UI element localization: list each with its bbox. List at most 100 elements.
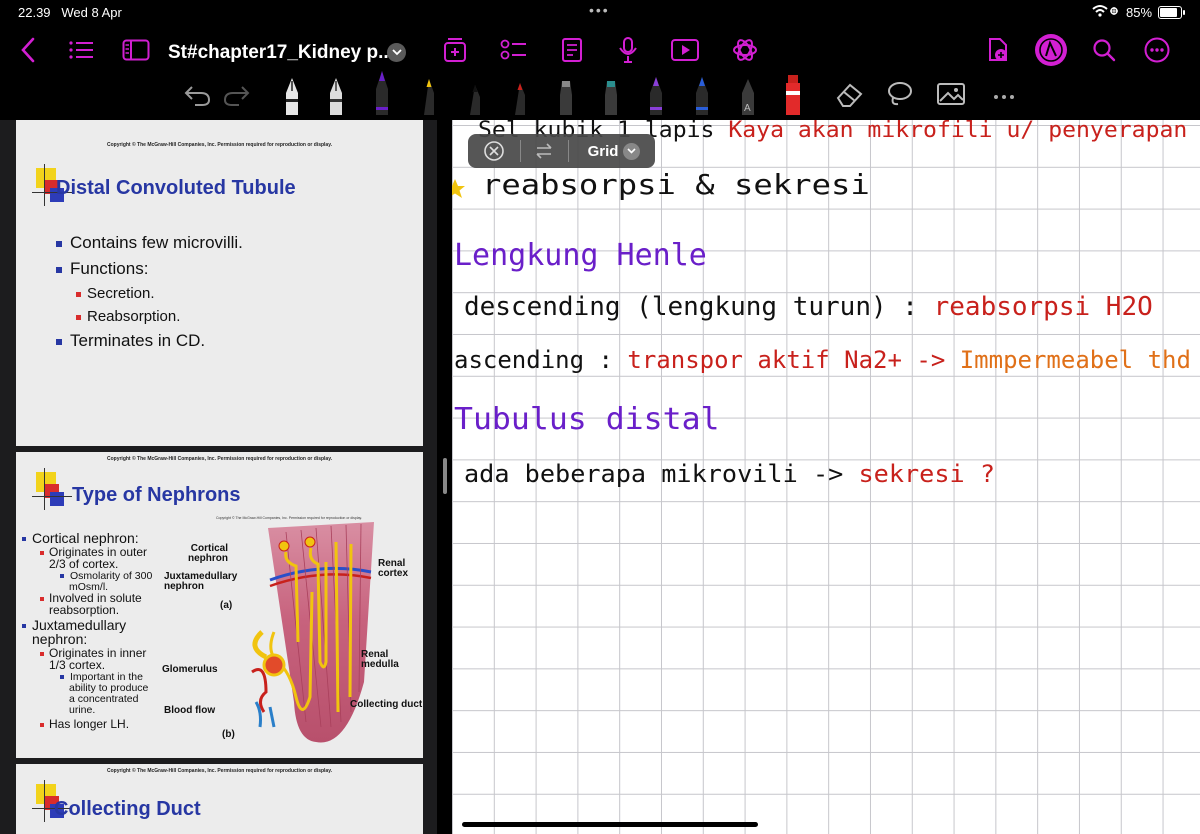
laser-pointer-tool-icon[interactable] <box>784 75 802 120</box>
multitasking-dots[interactable]: ••• <box>589 2 610 18</box>
text-tool-icon[interactable]: A <box>740 79 756 120</box>
fountain-pen-tool-icon[interactable] <box>282 77 302 120</box>
handwritten-segment: Immpermeabel thd <box>959 346 1191 374</box>
grid-popup: Grid <box>468 134 655 168</box>
slide-distal-convoluted-tubule: Copyright © The McGraw-Hill Companies, I… <box>16 120 423 446</box>
handwritten-line: Tubulus distal <box>454 402 720 437</box>
bullet-item: Terminates in CD. <box>56 331 205 351</box>
more-options-icon[interactable] <box>1144 34 1170 66</box>
label-cortical-nephron: Cortical nephron <box>188 543 228 564</box>
purple-pen-tool-icon[interactable] <box>374 71 390 120</box>
grid-dropdown[interactable]: Grid <box>580 134 648 168</box>
handwritten-line: Lengkung Henle <box>454 238 707 273</box>
sidebar-toggle-icon[interactable] <box>122 34 150 66</box>
label-renal-cortex: Renal cortex <box>378 558 409 579</box>
checklist-icon[interactable] <box>500 34 528 66</box>
gray-marker-tool-icon[interactable] <box>558 81 574 120</box>
nephron-bullet-item: 1/3 cortex. <box>49 658 106 672</box>
handwritten-segment: ascending : <box>454 346 628 374</box>
label-glomerulus: Glomerulus <box>162 664 218 675</box>
nephron-diagram <box>251 522 374 743</box>
handwritten-segment: sekresi ? <box>858 460 996 488</box>
handwritten-segment: Kaya akan mikrofili u/ penyerapan <box>728 120 1188 143</box>
star-icon <box>452 178 466 205</box>
black-pen-tool-icon[interactable] <box>468 85 482 120</box>
export-document-icon[interactable] <box>985 34 1011 66</box>
handwritten-segment: reabsorpsi H2O <box>933 292 1153 322</box>
nephron-bullet-item: Has longer LH. <box>40 718 129 730</box>
document-title[interactable]: St#chapter17_Kidney p... <box>168 42 394 64</box>
slide-title: Collecting Duct <box>54 798 201 820</box>
status-time: 22.39 Wed 8 Apr <box>18 5 122 20</box>
ai-assistant-icon[interactable] <box>731 34 759 66</box>
handwritten-segment: reabsorpsi & sekresi <box>482 168 870 201</box>
slide-title: Type of Nephrons <box>72 484 241 506</box>
figure-copyright: Copyright © The McGraw-Hill Companies, I… <box>216 516 363 520</box>
back-chevron-icon[interactable] <box>18 34 38 66</box>
yellow-pen-tool-icon[interactable] <box>422 79 436 120</box>
microphone-icon[interactable] <box>617 34 639 66</box>
slide-copyright: Copyright © The McGraw-Hill Companies, I… <box>106 768 332 774</box>
handwritten-segment: ada beberapa mikrovili -> <box>464 460 859 488</box>
sub-bullet-item: Reabsorption. <box>76 307 180 327</box>
split-resize-handle[interactable] <box>443 458 447 494</box>
undo-icon[interactable] <box>184 83 212 112</box>
nephron-bullet-item: 2/3 of cortex. <box>49 557 119 571</box>
nephron-bullet-item: nephron: <box>32 631 88 647</box>
close-grid-icon[interactable] <box>478 134 510 168</box>
more-tools-icon[interactable] <box>992 88 1016 106</box>
blue-pen-tool-icon[interactable] <box>694 77 710 120</box>
title-menu-chevron-icon[interactable] <box>387 43 406 62</box>
battery-icon <box>1158 6 1185 19</box>
search-icon[interactable] <box>1092 34 1116 66</box>
status-bar: 22.39 Wed 8 Apr ••• 85% <box>0 0 1200 26</box>
slide-title: Distal Convoluted Tubule <box>56 177 296 199</box>
handwritten-line: reabsorpsi & sekresi <box>482 168 870 201</box>
home-indicator[interactable] <box>462 822 758 827</box>
top-toolbar: St#chapter17_Kidney p... <box>0 26 1200 76</box>
grid-label: Grid <box>587 142 619 160</box>
teal-marker-tool-icon[interactable] <box>603 81 619 120</box>
lasso-icon[interactable] <box>885 81 913 112</box>
chevron-down-icon <box>623 142 641 160</box>
wifi-icon <box>1092 4 1120 21</box>
handwritten-segment: descending (lengkung turun) : <box>464 292 934 322</box>
fountain-pen-dark-tool-icon[interactable] <box>326 77 346 120</box>
nephron-bullet-item: urine. <box>69 704 96 716</box>
image-insert-icon[interactable] <box>936 82 966 111</box>
drawing-toolbar: A <box>0 71 1200 120</box>
nephron-bullet-item: Juxtamedullary <box>22 618 126 632</box>
label-renal-medulla: Renal medulla <box>361 649 399 670</box>
violet-pen-tool-icon[interactable] <box>648 77 664 120</box>
handwritten-segment: Lengkung Henle <box>454 238 707 273</box>
handwritten-line: ada beberapa mikrovili -> sekresi ? <box>464 460 995 488</box>
note-canvas[interactable]: Sel kubik 1 lapis Kaya akan mikrofili u/… <box>452 120 1200 834</box>
handwritten-segment: Tubulus distal <box>454 402 720 437</box>
label-b: (b) <box>222 729 235 740</box>
slide-type-of-nephrons: Copyright © The McGraw-Hill Companies, I… <box>16 452 423 758</box>
slide-copyright: Copyright © The McGraw-Hill Companies, I… <box>106 142 332 148</box>
slide-viewer[interactable]: Copyright © The McGraw-Hill Companies, I… <box>0 120 437 834</box>
pencil-mode-icon[interactable] <box>1034 34 1068 66</box>
label-a: (a) <box>220 600 233 611</box>
add-page-icon[interactable] <box>441 34 469 66</box>
handwritten-line: ascending : transpor aktif Na2+ -> Immpe… <box>454 346 1191 374</box>
svg-text:A: A <box>744 103 751 114</box>
bullet-item: Contains few microvilli. <box>56 233 243 253</box>
eraser-icon[interactable] <box>834 81 864 112</box>
nephron-bullet-item: reabsorption. <box>49 603 120 617</box>
media-play-icon[interactable] <box>670 34 700 66</box>
red-pen-tool-icon[interactable] <box>513 83 527 120</box>
label-juxtamedullary-nephron: Juxtamedullary nephron <box>164 571 238 592</box>
nephron-bullet-item: Cortical nephron: <box>22 531 139 545</box>
label-blood-flow: Blood flow <box>164 705 216 716</box>
redo-icon[interactable] <box>222 83 250 112</box>
swap-grid-icon[interactable] <box>528 134 560 168</box>
battery-percent: 85% <box>1126 5 1153 20</box>
slide-collecting-duct: Copyright © The McGraw-Hill Companies, I… <box>16 764 423 834</box>
handwritten-line: descending (lengkung turun) : reabsorpsi… <box>464 292 1153 322</box>
bullet-item: Functions: <box>56 259 148 279</box>
slide-copyright: Copyright © The McGraw-Hill Companies, I… <box>106 456 332 462</box>
document-icon[interactable] <box>559 34 585 66</box>
outline-list-icon[interactable] <box>68 34 94 66</box>
